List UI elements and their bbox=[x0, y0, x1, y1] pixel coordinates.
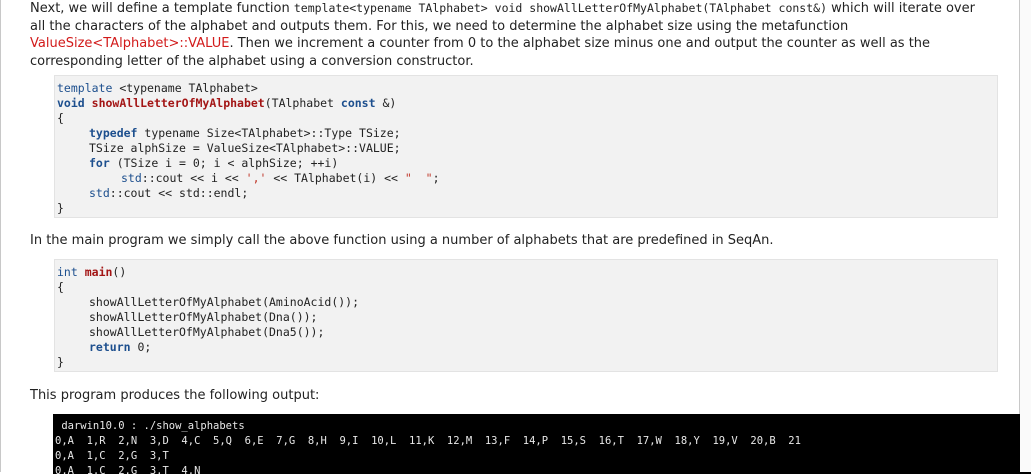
output-paragraph: This program produces the following outp… bbox=[30, 388, 320, 403]
code-line: } bbox=[57, 201, 64, 215]
terminal-line: 0,A 1,C 2,G 3,T 4,N bbox=[55, 465, 201, 474]
code-line: for (TSize i = 0; i < alphSize; ++i) bbox=[89, 156, 339, 170]
terminal-line: 0,A 1,C 2,G 3,T bbox=[55, 450, 169, 462]
code-line: showAllLetterOfMyAlphabet(Dna5()); bbox=[89, 325, 325, 339]
code-line: void showAllLetterOfMyAlphabet(TAlphabet… bbox=[57, 96, 397, 110]
valuesize-link[interactable]: ValueSize<TAlphabet>::VALUE bbox=[30, 36, 229, 51]
code-line: std::cout << i << ',' << TAlphabet(i) <<… bbox=[121, 171, 440, 185]
main-program-paragraph: In the main program we simply call the a… bbox=[30, 233, 774, 248]
code-line: showAllLetterOfMyAlphabet(AminoAcid()); bbox=[89, 295, 360, 309]
terminal-line: 0,A 1,R 2,N 3,D 4,C 5,Q 6,E 7,G 8,H 9,I … bbox=[55, 435, 801, 447]
code-line: return 0; bbox=[89, 340, 152, 354]
code-block-main: int main() { showAllLetterOfMyAlphabet(A… bbox=[54, 259, 998, 372]
terminal-line: darwin10.0 : ./show_alphabets bbox=[55, 420, 245, 432]
inline-code-signature: template<typename TAlphabet> void showAl… bbox=[293, 1, 827, 15]
code-line: { bbox=[57, 111, 64, 125]
intro-paragraph: Next, we will define a template function… bbox=[30, 0, 990, 70]
intro-text-1: Next, we will define a template function bbox=[30, 1, 294, 16]
terminal-output: darwin10.0 : ./show_alphabets 0,A 1,R 2,… bbox=[53, 414, 1031, 474]
scrollbar[interactable] bbox=[1020, 0, 1031, 472]
document-page: Next, we will define a template function… bbox=[0, 0, 1020, 472]
code-line: typedef typename Size<TAlphabet>::Type T… bbox=[89, 126, 401, 140]
code-line: } bbox=[57, 355, 64, 369]
code-line: int main() bbox=[57, 265, 127, 279]
code-line: showAllLetterOfMyAlphabet(Dna()); bbox=[89, 310, 318, 324]
code-line: { bbox=[57, 280, 64, 294]
code-line: TSize alphSize = ValueSize<TAlphabet>::V… bbox=[89, 141, 401, 155]
code-line: template <typename TAlphabet> bbox=[57, 81, 258, 95]
code-line: std::cout << std::endl; bbox=[89, 186, 249, 200]
code-block-function: template <typename TAlphabet> void showA… bbox=[54, 75, 998, 218]
